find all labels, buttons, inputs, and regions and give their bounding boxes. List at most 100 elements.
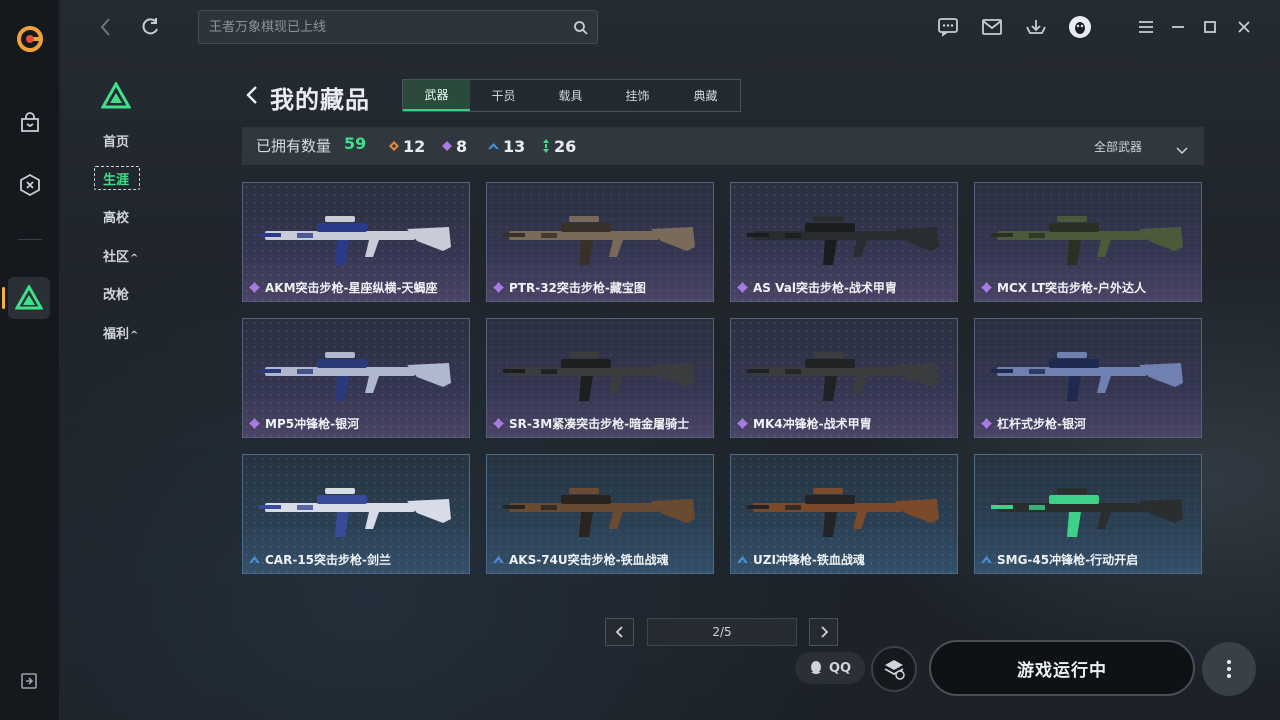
sidenav-item-community[interactable]: 社区^	[103, 246, 138, 265]
weapon-image	[747, 488, 939, 537]
weapon-skin-card[interactable]: SR-3M紧凑突击步枪-暗金屠骑士	[486, 318, 714, 438]
close-icon[interactable]	[1231, 14, 1257, 40]
purple-rarity-icon	[737, 418, 748, 429]
chevron-right-icon	[820, 626, 828, 638]
collapse-sidebar-icon[interactable]	[20, 672, 40, 692]
weapon-skin-card[interactable]: MCX LT突击步枪-户外达人	[974, 182, 1202, 302]
tab-charms[interactable]: 挂饰	[604, 80, 671, 111]
weapon-skin-name: SR-3M紧凑突击步枪-暗金屠骑士	[509, 417, 690, 431]
qq-label: QQ	[828, 660, 852, 676]
rarity-count-value: 26	[554, 136, 577, 156]
weapon-skin-card[interactable]: MP5冲锋枪-银河	[242, 318, 470, 438]
more-vertical-icon	[1227, 660, 1231, 678]
sidenav-item-rewards[interactable]: 福利^	[103, 323, 138, 342]
weapon-name-row: 杠杆式步枪-银河	[981, 415, 1086, 432]
sidenav-item-label: 高校	[103, 211, 130, 226]
sidenav-item-home[interactable]: 首页	[103, 131, 129, 150]
qq-login-button[interactable]: QQ	[795, 652, 865, 684]
weapon-skin-name: AKS-74U突击步枪-铁血战魂	[509, 553, 669, 567]
weapon-skin-card[interactable]: AKS-74U突击步枪-铁血战魂	[486, 454, 714, 574]
weapon-skin-card[interactable]: PTR-32突击步枪-藏宝图	[486, 182, 714, 302]
rarity-count-blue: 13	[488, 136, 525, 156]
weapon-skin-card[interactable]: UZI冲锋枪-铁血战魂	[730, 454, 958, 574]
back-chevron-icon[interactable]	[244, 84, 260, 106]
collection-tabs: 武器 干员 载具 挂饰 典藏	[402, 79, 741, 112]
sidenav-item-career[interactable]: 生涯	[103, 169, 129, 188]
game-running-button[interactable]: 游戏运行中	[929, 640, 1195, 696]
weapon-name-row: AKS-74U突击步枪-铁血战魂	[493, 551, 669, 568]
weapon-skin-card[interactable]: AS Val突击步枪-战术甲胄	[730, 182, 958, 302]
download-manager-icon[interactable]	[1023, 14, 1049, 40]
sidenav-item-label: 生涯	[103, 173, 130, 188]
chevron-left-icon	[615, 626, 623, 638]
weapon-name-row: AS Val突击步枪-战术甲胄	[737, 279, 897, 296]
weapon-image	[991, 352, 1183, 401]
app-logo-icon[interactable]	[15, 24, 45, 54]
weapon-filter-dropdown[interactable]: 全部武器	[1094, 138, 1142, 155]
chevron-down-icon[interactable]	[1176, 140, 1188, 155]
more-options-button[interactable]	[1202, 642, 1256, 696]
weapon-image	[991, 216, 1183, 265]
store-bag-icon[interactable]	[15, 108, 45, 138]
sidenav-item-label: 首页	[103, 135, 130, 150]
weapon-image	[991, 488, 1183, 537]
rarity-count-value: 13	[503, 136, 526, 156]
weapon-skin-grid: AKM突击步枪-星座纵横-天蝎座 PTR-32突击步枪-藏宝图 AS Val突击…	[242, 182, 1204, 574]
weapon-name-row: MCX LT突击步枪-户外达人	[981, 279, 1146, 296]
tab-collection[interactable]: 典藏	[671, 80, 740, 111]
rail-active-indicator	[2, 287, 5, 309]
main-area: 首页 生涯 高校 社区^ 改枪 福利^ 我的藏品 武器 干员 载具 挂饰 典藏 …	[61, 0, 1280, 720]
owned-count-value: 59	[344, 134, 367, 153]
purple-rarity-icon	[249, 418, 260, 429]
tab-operators[interactable]: 干员	[470, 80, 537, 111]
next-page-button[interactable]	[809, 618, 838, 646]
green-arrows-icon	[543, 139, 549, 153]
weapon-skin-name: UZI冲锋枪-铁血战魂	[753, 553, 865, 567]
weapon-image	[503, 488, 695, 537]
maximize-icon[interactable]	[1197, 14, 1223, 40]
menu-icon[interactable]	[1133, 14, 1159, 40]
weapon-image	[259, 216, 451, 265]
weapon-image	[747, 216, 939, 265]
weapon-skin-card[interactable]: AKM突击步枪-星座纵横-天蝎座	[242, 182, 470, 302]
blue-rarity-icon	[737, 556, 748, 563]
owned-count-label: 已拥有数量	[256, 137, 332, 155]
rarity-count-value: 8	[456, 136, 468, 156]
weapon-skin-card[interactable]: 杠杆式步枪-银河	[974, 318, 1202, 438]
rarity-count-value: 12	[403, 136, 426, 156]
prev-page-button[interactable]	[605, 618, 634, 646]
submenu-caret-icon: ^	[130, 253, 139, 264]
weapon-skin-name: 杠杆式步枪-银河	[997, 417, 1086, 431]
mail-icon[interactable]	[979, 14, 1005, 40]
weapon-skin-name: AKM突击步枪-星座纵横-天蝎座	[265, 281, 438, 295]
weapon-skin-name: AS Val突击步枪-战术甲胄	[753, 281, 897, 295]
weapon-skin-name: MCX LT突击步枪-户外达人	[997, 281, 1147, 295]
delta-force-game-icon[interactable]	[8, 277, 50, 319]
game-library-icon[interactable]	[15, 170, 45, 200]
blue-rarity-icon	[981, 556, 992, 563]
weapon-skin-card[interactable]: MK4冲锋枪-战术甲胄	[730, 318, 958, 438]
weapon-skin-name: SMG-45冲锋枪-行动开启	[997, 553, 1139, 567]
user-avatar[interactable]	[1067, 14, 1093, 40]
weapon-skin-name: MK4冲锋枪-战术甲胄	[753, 417, 872, 431]
weapon-name-row: AKM突击步枪-星座纵横-天蝎座	[249, 279, 438, 296]
rarity-count-orange: 12	[389, 136, 425, 156]
weapon-name-row: UZI冲锋枪-铁血战魂	[737, 551, 865, 568]
sidenav-item-college[interactable]: 高校	[103, 207, 129, 226]
sidenav-item-gunsmith[interactable]: 改枪	[103, 284, 129, 303]
sidenav-item-label: 改枪	[103, 288, 130, 303]
orange-diamond-icon	[389, 141, 399, 151]
weapon-skin-card[interactable]: SMG-45冲锋枪-行动开启	[974, 454, 1202, 574]
page-title: 我的藏品	[270, 86, 370, 114]
tab-vehicles[interactable]: 载具	[537, 80, 604, 111]
weapon-name-row: CAR-15突击步枪-剑兰	[249, 551, 391, 568]
weapon-skin-name: PTR-32突击步枪-藏宝图	[509, 281, 646, 295]
overlay-layers-button[interactable]	[871, 646, 917, 692]
rail-divider	[18, 239, 42, 240]
chat-bubble-icon[interactable]	[935, 14, 961, 40]
tab-weapons[interactable]: 武器	[403, 80, 470, 111]
blue-chevron-icon	[488, 143, 499, 149]
minimize-icon[interactable]	[1165, 14, 1191, 40]
weapon-skin-card[interactable]: CAR-15突击步枪-剑兰	[242, 454, 470, 574]
blue-rarity-icon	[493, 556, 504, 563]
